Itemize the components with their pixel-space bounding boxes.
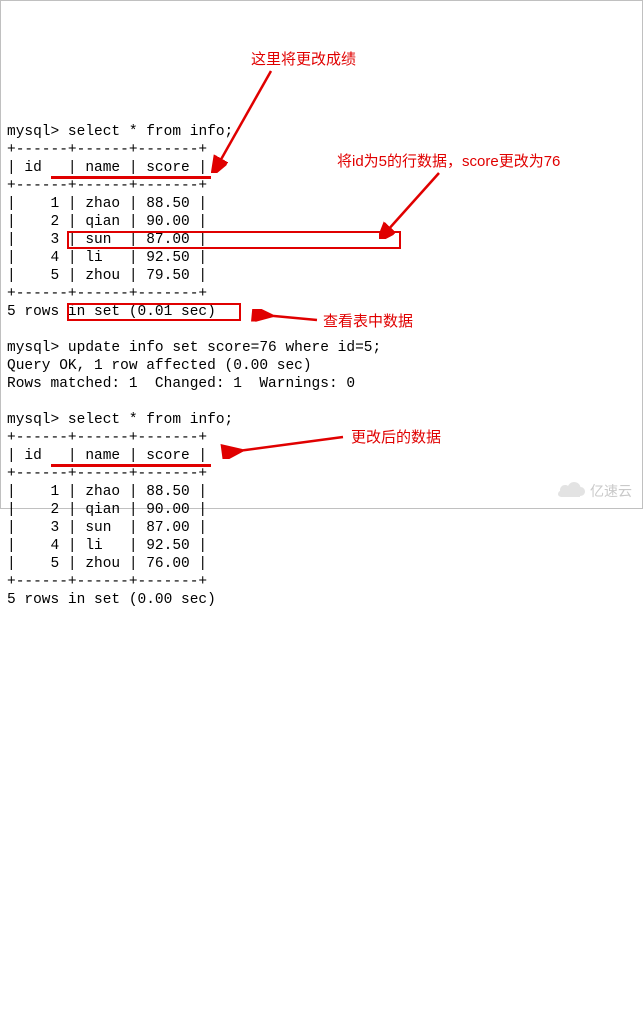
annotation-text-1: 这里将更改成绩 [251,51,356,69]
annotation-text-4: 更改后的数据 [351,429,441,447]
annotation-text-2: 将id为5的行数据，score更改为76 [337,153,560,171]
mysql-prompt: mysql> [7,124,59,140]
table-row: | 4 | li | 92.50 | [7,250,207,266]
watermark-text: 亿速云 [590,482,632,500]
result-summary: 5 rows in set (0.01 sec) [7,304,216,320]
table-row: | 3 | sun | 87.00 | [7,232,207,248]
table-border: +------+------+-------+ [7,286,207,302]
table-row: | 5 | zhou | 76.00 | [7,556,207,572]
table-row: | 5 | zhou | 79.50 | [7,268,207,284]
mysql-prompt: mysql> [7,340,59,356]
sql-select-2: select * from info; [68,412,233,428]
table-border: +------+------+-------+ [7,142,207,158]
table-border: +------+------+-------+ [7,574,207,590]
table-row: | 3 | sun | 87.00 | [7,520,207,536]
watermark: 亿速云 [558,482,632,500]
table-row: | 1 | zhao | 88.50 | [7,484,207,500]
table-row: | 1 | zhao | 88.50 | [7,196,207,212]
sql-select-1: select * from info; [68,124,233,140]
mysql-prompt: mysql> [7,412,59,428]
cloud-icon [558,482,586,500]
update-result: Query OK, 1 row affected (0.00 sec) [7,358,312,374]
annotation-text-3: 查看表中数据 [323,313,413,331]
result-summary: 5 rows in set (0.00 sec) [7,592,216,608]
table-row: | 2 | qian | 90.00 | [7,502,207,518]
table-border: +------+------+-------+ [7,430,207,446]
sql-update: update info set score=76 where id=5; [68,340,381,356]
table-row: | 4 | li | 92.50 | [7,538,207,554]
table-border: +------+------+-------+ [7,466,207,482]
table-row: | 2 | qian | 90.00 | [7,214,207,230]
table-border: +------+------+-------+ [7,178,207,194]
update-result: Rows matched: 1 Changed: 1 Warnings: 0 [7,376,355,392]
table-header: | id | name | score | [7,160,207,176]
terminal-output: mysql> select * from info; +------+-----… [7,105,636,609]
table-header: | id | name | score | [7,448,207,464]
